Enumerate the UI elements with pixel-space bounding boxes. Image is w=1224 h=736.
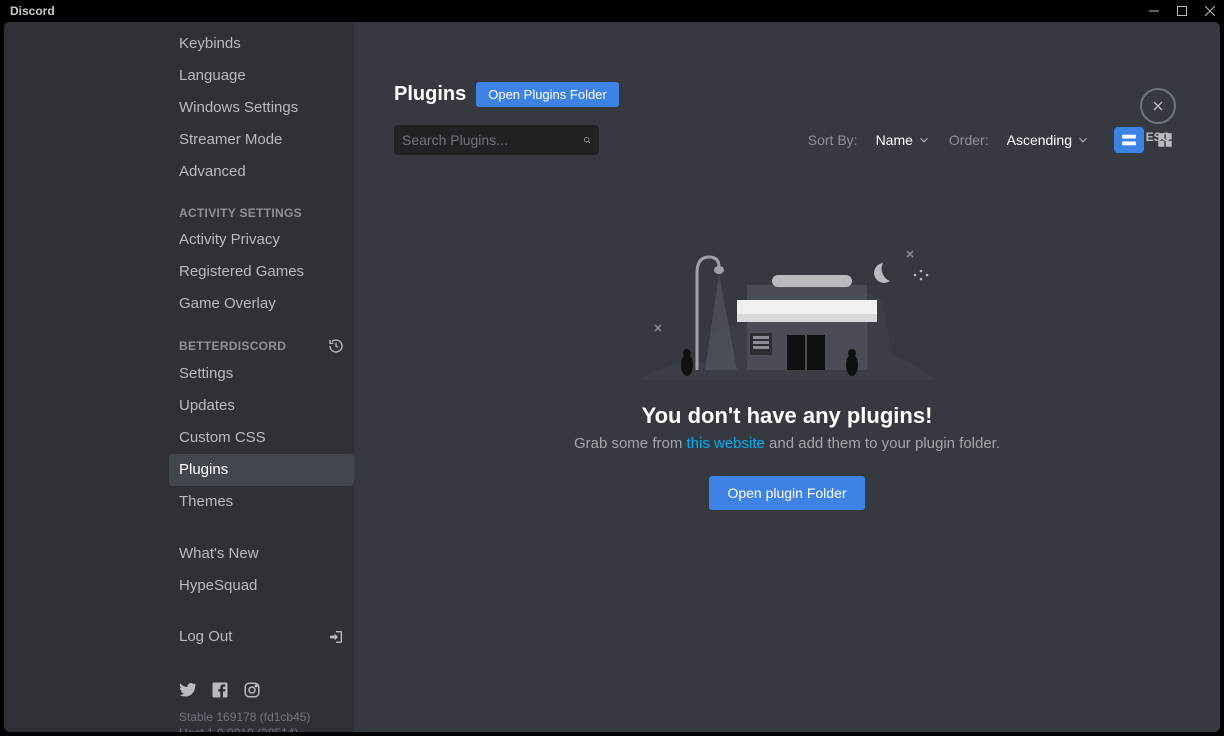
sidebar-item-themes[interactable]: Themes: [169, 486, 354, 518]
empty-illustration: [637, 215, 937, 385]
empty-title: You don't have any plugins!: [642, 403, 933, 429]
window-controls: [1140, 0, 1224, 22]
sidebar-item-streamer-mode[interactable]: Streamer Mode: [169, 124, 354, 156]
open-plugin-folder-button[interactable]: Open plugin Folder: [709, 476, 864, 510]
sort-label: Sort By:: [808, 132, 858, 148]
page-title: Plugins: [394, 83, 466, 106]
sidebar-item-what's-new[interactable]: What's New: [169, 538, 354, 570]
close-settings-button[interactable]: ESC: [1140, 88, 1176, 144]
sidebar-item-custom-css[interactable]: Custom CSS: [169, 422, 354, 454]
chevron-down-icon: [917, 133, 931, 147]
twitter-icon[interactable]: [179, 681, 197, 699]
empty-description: Grab some from this website and add them…: [574, 435, 1000, 452]
sidebar-item-activity-privacy[interactable]: Activity Privacy: [169, 224, 354, 256]
logout-icon: [328, 629, 344, 645]
sidebar-gutter: [4, 22, 169, 732]
order-dropdown[interactable]: Ascending: [1007, 132, 1090, 148]
sidebar-item-updates[interactable]: Updates: [169, 390, 354, 422]
open-plugins-folder-button[interactable]: Open Plugins Folder: [476, 82, 619, 107]
close-window-button[interactable]: [1196, 0, 1224, 22]
search-input[interactable]: [402, 132, 583, 148]
sidebar-item-game-overlay[interactable]: Game Overlay: [169, 288, 354, 320]
facebook-icon[interactable]: [211, 681, 229, 699]
minimize-button[interactable]: [1140, 0, 1168, 22]
logout-button[interactable]: Log Out: [169, 622, 354, 651]
settings-sidebar: KeybindsLanguageWindows SettingsStreamer…: [169, 22, 354, 732]
empty-link[interactable]: this website: [686, 435, 764, 452]
sidebar-item-keybinds[interactable]: Keybinds: [169, 28, 354, 60]
content-area: ESC Plugins Open Plugins Folder Sort By:…: [354, 22, 1220, 732]
category-activity: ACTIVITY SETTINGS: [169, 188, 354, 224]
list-icon: [1120, 131, 1138, 149]
sidebar-item-plugins[interactable]: Plugins: [169, 454, 354, 486]
search-box[interactable]: [394, 125, 599, 155]
chevron-down-icon: [1076, 133, 1090, 147]
category-betterdiscord: BETTERDISCORD: [169, 320, 354, 358]
app-name: Discord: [10, 4, 55, 18]
close-icon: [1150, 98, 1166, 114]
close-label: ESC: [1146, 130, 1171, 144]
sidebar-item-settings[interactable]: Settings: [169, 358, 354, 390]
maximize-button[interactable]: [1168, 0, 1196, 22]
instagram-icon[interactable]: [243, 681, 261, 699]
sidebar-item-language[interactable]: Language: [169, 60, 354, 92]
sort-dropdown[interactable]: Name: [876, 132, 931, 148]
build-info: Stable 169178 (fd1cb45) Host 1.0.9010 (2…: [169, 707, 354, 732]
order-label: Order:: [949, 132, 989, 148]
sidebar-item-hypesquad[interactable]: HypeSquad: [169, 570, 354, 602]
search-icon: [583, 132, 591, 148]
sidebar-item-windows-settings[interactable]: Windows Settings: [169, 92, 354, 124]
titlebar: Discord: [0, 0, 1224, 22]
history-icon[interactable]: [328, 338, 344, 354]
sidebar-item-advanced[interactable]: Advanced: [169, 156, 354, 188]
sidebar-item-registered-games[interactable]: Registered Games: [169, 256, 354, 288]
empty-state: You don't have any plugins! Grab some fr…: [394, 215, 1180, 510]
